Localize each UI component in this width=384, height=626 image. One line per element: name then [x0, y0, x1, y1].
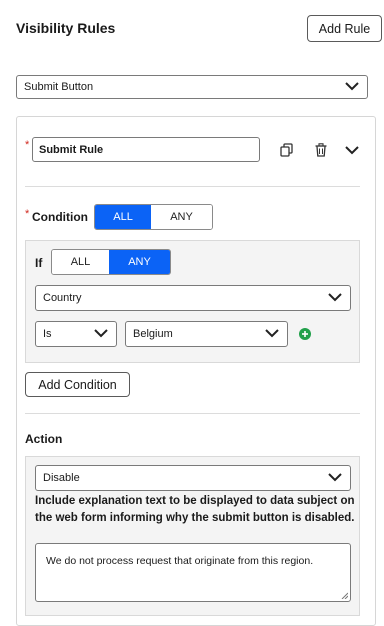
chevron-down-icon	[345, 82, 359, 91]
if-toggle: ALL ANY	[51, 249, 171, 275]
required-marker: *	[25, 208, 30, 220]
chevron-down-icon	[328, 293, 342, 302]
explanation-label: Include explanation text to be displayed…	[35, 495, 355, 524]
condition-toggle-all[interactable]: ALL	[95, 205, 152, 229]
target-element-select[interactable]: Submit Button	[16, 75, 368, 99]
divider	[25, 186, 360, 187]
rule-card: * Submit Rule * Condition ALL ANY If ALL…	[16, 116, 376, 626]
explanation-textarea[interactable]: We do not process request that originate…	[35, 543, 351, 602]
action-select[interactable]: Disable	[35, 465, 351, 491]
action-group: Disable Include explanation text to be d…	[25, 456, 360, 616]
add-icon[interactable]	[296, 325, 314, 343]
condition-group: If ALL ANY Country Is Belgium	[25, 240, 360, 363]
condition-toggle: ALL ANY	[94, 204, 213, 230]
field-select[interactable]: Country	[35, 285, 351, 311]
if-label: If	[35, 256, 43, 270]
add-condition-button[interactable]: Add Condition	[25, 372, 130, 397]
explanation-text: We do not process request that originate…	[46, 555, 314, 567]
divider	[25, 413, 360, 414]
chevron-down-icon	[94, 329, 108, 338]
if-toggle-all[interactable]: ALL	[52, 250, 110, 274]
add-rule-button[interactable]: Add Rule	[307, 15, 382, 42]
condition-toggle-any[interactable]: ANY	[151, 205, 212, 229]
if-toggle-any[interactable]: ANY	[109, 250, 170, 274]
chevron-down-icon	[328, 473, 342, 482]
collapse-chevron-icon[interactable]	[343, 141, 361, 159]
copy-icon[interactable]	[277, 141, 295, 159]
target-element-value: Submit Button	[24, 81, 94, 93]
rule-name-value: Submit Rule	[39, 143, 104, 156]
rule-name-input[interactable]: Submit Rule	[32, 137, 260, 162]
action-label: Action	[25, 432, 63, 446]
value-select[interactable]: Belgium	[125, 321, 288, 347]
resize-handle-icon[interactable]	[341, 592, 348, 599]
operator-select[interactable]: Is	[35, 321, 117, 347]
action-select-value: Disable	[43, 472, 80, 484]
required-marker: *	[25, 139, 30, 151]
chevron-down-icon	[265, 329, 279, 338]
trash-icon[interactable]	[312, 141, 330, 159]
condition-label: Condition	[32, 210, 88, 224]
page-title: Visibility Rules	[16, 20, 116, 36]
field-select-value: Country	[43, 292, 82, 304]
value-select-value: Belgium	[133, 328, 173, 340]
operator-select-value: Is	[43, 328, 52, 340]
